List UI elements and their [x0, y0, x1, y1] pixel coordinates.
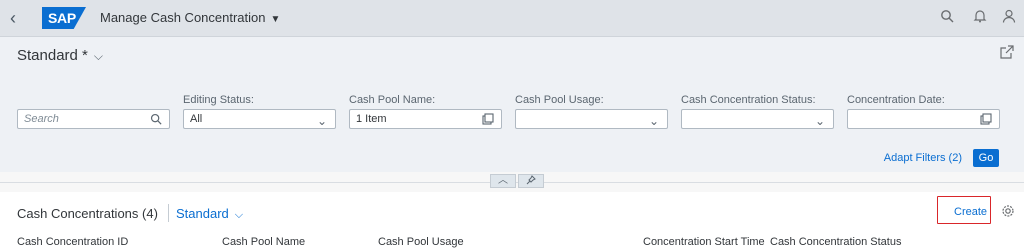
column-header-cash-pool-name[interactable]: Cash Pool Name — [222, 236, 305, 248]
cash-pool-name-value: 1 Item — [356, 113, 387, 125]
table-variant-name: Standard — [176, 206, 229, 221]
app-title-menu[interactable]: Manage Cash Concentration ▼ — [100, 10, 280, 25]
back-icon[interactable]: ‹ — [10, 8, 30, 28]
editing-status-label: Editing Status: — [183, 94, 254, 106]
column-header-cash-pool-usage[interactable]: Cash Pool Usage — [378, 236, 464, 248]
chevron-up-icon: ︿ — [498, 175, 508, 186]
cash-pool-usage-label: Cash Pool Usage: — [515, 94, 604, 106]
column-header-concentration-start-time[interactable]: Concentration Start Time — [643, 236, 765, 248]
app-title: Manage Cash Concentration — [100, 10, 266, 25]
cash-pool-name-field[interactable]: 1 Item — [349, 109, 502, 129]
variant-name: Standard * — [17, 47, 88, 64]
cash-concentration-status-select[interactable]: ⌄ — [681, 109, 834, 129]
go-button[interactable]: Go — [973, 149, 999, 167]
value-help-icon[interactable] — [481, 112, 495, 126]
collapse-header-button[interactable]: ︿ — [490, 174, 516, 188]
caret-down-icon: ▼ — [270, 14, 281, 25]
chevron-down-icon: ⌄ — [316, 114, 328, 128]
chevron-down-icon: ⌄ — [814, 114, 826, 128]
notifications-icon[interactable] — [971, 9, 989, 27]
cash-pool-usage-select[interactable]: ⌄ — [515, 109, 668, 129]
share-icon[interactable] — [1000, 45, 1014, 59]
chevron-down-icon: ⌄ — [648, 114, 660, 128]
pin-icon — [526, 175, 536, 185]
cash-pool-name-label: Cash Pool Name: — [349, 94, 436, 106]
concentration-date-label: Concentration Date: — [847, 94, 945, 106]
create-button[interactable]: Create — [954, 206, 987, 218]
column-header-cash-concentration-id[interactable]: Cash Concentration ID — [17, 236, 128, 248]
table-title: Cash Concentrations (4) — [17, 206, 158, 221]
chevron-down-icon: ⌵ — [93, 49, 103, 63]
logo-text: SAP — [48, 10, 76, 26]
table-panel: Cash Concentrations (4) Standard ⌵ Create… — [0, 192, 1024, 251]
editing-status-value: All — [190, 113, 203, 125]
search-input[interactable]: Search — [17, 109, 170, 129]
editing-status-select[interactable]: All ⌄ — [183, 109, 336, 129]
page-header: Standard * ⌵ Search Editing Status: All ⌄… — [0, 37, 1024, 172]
title-separator — [168, 204, 169, 222]
gear-icon[interactable] — [1001, 204, 1015, 218]
column-header-cash-concentration-status[interactable]: Cash Concentration Status — [770, 236, 901, 248]
sap-logo[interactable]: SAP — [42, 7, 86, 29]
adapt-filters-button[interactable]: Adapt Filters (2) — [884, 152, 962, 164]
search-placeholder: Search — [24, 113, 59, 125]
value-help-icon[interactable] — [979, 112, 993, 126]
chevron-down-icon: ⌵ — [234, 209, 244, 221]
user-icon[interactable] — [1000, 9, 1018, 27]
search-icon[interactable] — [149, 112, 163, 126]
cash-concentration-status-label: Cash Concentration Status: — [681, 94, 816, 106]
variant-management[interactable]: Standard * ⌵ — [17, 47, 103, 64]
search-icon[interactable] — [938, 9, 956, 27]
table-variant-management[interactable]: Standard ⌵ — [176, 206, 243, 222]
shell-bar: ‹ SAP Manage Cash Concentration ▼ — [0, 0, 1024, 37]
pin-header-button[interactable] — [518, 174, 544, 188]
concentration-date-field[interactable] — [847, 109, 1000, 129]
